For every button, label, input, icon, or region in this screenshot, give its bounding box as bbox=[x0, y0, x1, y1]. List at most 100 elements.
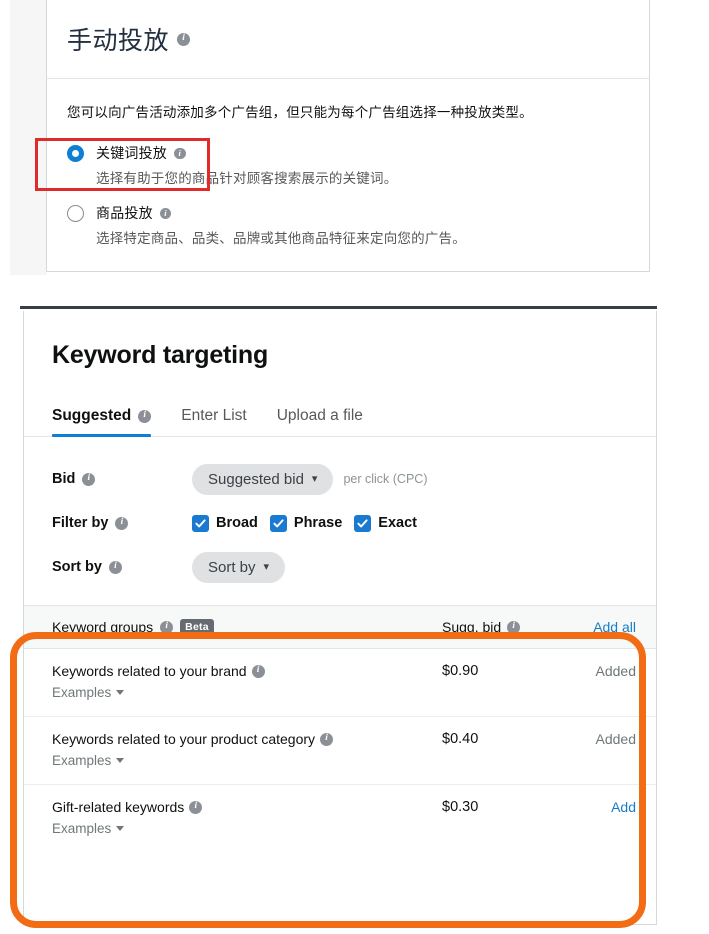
tab-label: Suggested bbox=[52, 407, 132, 424]
info-icon[interactable]: i bbox=[320, 732, 334, 746]
bid-type-dropdown-value: Suggested bid bbox=[208, 470, 304, 488]
row-name-cell: Keywords related to your brand i Example… bbox=[52, 663, 442, 702]
checkbox-checked-icon[interactable] bbox=[354, 514, 372, 532]
examples-label: Examples bbox=[52, 685, 112, 701]
row-title: Gift-related keywords bbox=[52, 799, 185, 816]
column-header-label: Sugg. bid bbox=[442, 619, 502, 636]
info-icon[interactable]: i bbox=[159, 207, 172, 219]
column-header-sugg-bid: Sugg. bid i bbox=[442, 619, 560, 635]
bid-label-group: Bid i bbox=[52, 471, 192, 487]
row-title: Keywords related to your product categor… bbox=[52, 731, 316, 748]
radio-option-label-row: 关键词投放 i bbox=[96, 143, 629, 163]
info-icon[interactable]: i bbox=[82, 472, 96, 486]
column-header-label: Keyword groups bbox=[52, 619, 154, 636]
keyword-targeting-title: Keyword targeting bbox=[52, 341, 269, 369]
row-title-line: Keywords related to your product categor… bbox=[52, 731, 442, 747]
card-bottom-edge bbox=[23, 924, 657, 925]
cpc-note: per click (CPC) bbox=[343, 472, 428, 486]
examples-label: Examples bbox=[52, 753, 112, 769]
info-icon[interactable]: i bbox=[189, 800, 203, 814]
radio-option-keyword-targeting[interactable]: 关键词投放 i 选择有助于您的商品针对顾客搜索展示的关键词。 bbox=[67, 143, 629, 187]
checkbox-checked-icon[interactable] bbox=[192, 514, 209, 532]
sort-by-label: Sort by bbox=[52, 559, 102, 575]
info-icon[interactable]: i bbox=[160, 620, 174, 634]
keyword-targeting-top-border bbox=[20, 306, 657, 309]
info-icon[interactable]: i bbox=[115, 516, 129, 530]
add-all-link[interactable]: Add all bbox=[560, 619, 636, 635]
filter-by-checkbox-group: Broad Phrase Exact bbox=[192, 514, 417, 532]
checkbox-label: Exact bbox=[378, 515, 417, 531]
examples-toggle[interactable]: Examples bbox=[52, 685, 125, 701]
radio-option-label: 关键词投放 bbox=[96, 145, 167, 162]
filter-by-label-group: Filter by i bbox=[52, 515, 192, 531]
radio-option-body: 商品投放 i 选择特定商品、品类、品牌或其他商品特征来定向您的广告。 bbox=[96, 203, 629, 247]
filter-by-row: Filter by i Broad Phrase Exact bbox=[52, 501, 656, 545]
caret-down-icon bbox=[116, 690, 125, 696]
examples-toggle[interactable]: Examples bbox=[52, 821, 125, 837]
info-icon[interactable]: i bbox=[251, 664, 265, 678]
info-icon[interactable]: i bbox=[177, 32, 191, 46]
tab-enter-list[interactable]: Enter List bbox=[181, 407, 246, 436]
radio-option-label-row: 商品投放 i bbox=[96, 203, 629, 223]
sort-by-dropdown[interactable]: Sort by ▾ bbox=[192, 551, 286, 583]
table-row: Keywords related to your product categor… bbox=[24, 717, 656, 786]
page-title: 手动投放 bbox=[67, 27, 170, 55]
info-icon[interactable]: i bbox=[174, 147, 186, 159]
row-bid: $0.40 bbox=[442, 731, 479, 748]
manual-targeting-header: 手动投放 i bbox=[47, 0, 649, 79]
chevron-down-icon: ▾ bbox=[263, 560, 270, 573]
tab-upload-a-file[interactable]: Upload a file bbox=[277, 407, 363, 436]
page-left-gutter bbox=[10, 0, 47, 275]
keyword-groups-table: Keyword groups i Beta Sugg. bid i Add al… bbox=[24, 605, 656, 852]
sort-by-dropdown-value: Sort by bbox=[208, 558, 256, 576]
filter-by-label: Filter by bbox=[52, 515, 109, 531]
keyword-targeting-controls: Bid i Suggested bid ▾ per click (CPC) Fi… bbox=[24, 437, 656, 597]
keyword-targeting-tabs: Suggested i Enter List Upload a file bbox=[24, 390, 656, 437]
row-name-cell: Gift-related keywords i Examples bbox=[52, 799, 442, 838]
screenshot-root: 手动投放 i 您可以向广告活动添加多个广告组，但只能为每个广告组选择一种投放类型… bbox=[0, 0, 709, 934]
keyword-targeting-header: Keyword targeting bbox=[24, 311, 656, 390]
checkbox-phrase[interactable]: Phrase bbox=[269, 514, 343, 532]
radio-button-unselected[interactable] bbox=[67, 205, 84, 223]
keyword-targeting-card: Keyword targeting Suggested i Enter List… bbox=[23, 311, 657, 925]
info-icon[interactable]: i bbox=[507, 620, 521, 634]
manual-targeting-intro: 您可以向广告活动添加多个广告组，但只能为每个广告组选择一种投放类型。 bbox=[67, 105, 533, 120]
info-icon[interactable]: i bbox=[138, 409, 152, 423]
checkbox-label: Phrase bbox=[293, 515, 343, 531]
info-icon[interactable]: i bbox=[108, 560, 122, 574]
chevron-down-icon: ▾ bbox=[311, 472, 318, 485]
radio-option-label: 商品投放 bbox=[96, 205, 153, 222]
examples-label: Examples bbox=[52, 821, 112, 837]
row-bid: $0.90 bbox=[442, 663, 479, 680]
row-bid: $0.30 bbox=[442, 799, 479, 816]
sort-by-row: Sort by i Sort by ▾ bbox=[52, 545, 656, 589]
table-row: Gift-related keywords i Examples $0.30 A… bbox=[24, 785, 656, 852]
bid-type-dropdown[interactable]: Suggested bid ▾ bbox=[192, 463, 334, 495]
examples-toggle[interactable]: Examples bbox=[52, 753, 125, 769]
checkbox-checked-icon[interactable] bbox=[269, 514, 287, 532]
radio-button-selected[interactable] bbox=[67, 145, 84, 163]
checkbox-exact[interactable]: Exact bbox=[354, 514, 417, 532]
radio-option-description: 选择有助于您的商品针对顾客搜索展示的关键词。 bbox=[96, 171, 398, 187]
row-title: Keywords related to your brand bbox=[52, 663, 247, 680]
table-row: Keywords related to your brand i Example… bbox=[24, 649, 656, 718]
tab-label: Enter List bbox=[181, 407, 247, 424]
row-name-cell: Keywords related to your product categor… bbox=[52, 731, 442, 770]
caret-down-icon bbox=[116, 826, 125, 832]
table-header-row: Keyword groups i Beta Sugg. bid i Add al… bbox=[24, 605, 656, 650]
tab-suggested[interactable]: Suggested i bbox=[52, 407, 152, 437]
checkbox-broad[interactable]: Broad bbox=[192, 514, 258, 532]
manual-targeting-body: 您可以向广告活动添加多个广告组，但只能为每个广告组选择一种投放类型。 关键词投放… bbox=[47, 79, 649, 247]
row-title-line: Gift-related keywords i bbox=[52, 799, 442, 815]
row-action-add-link[interactable]: Add bbox=[560, 799, 636, 815]
radio-option-product-targeting[interactable]: 商品投放 i 选择特定商品、品类、品牌或其他商品特征来定向您的广告。 bbox=[67, 203, 629, 247]
bid-row: Bid i Suggested bid ▾ per click (CPC) bbox=[52, 457, 656, 501]
row-action-added: Added bbox=[595, 663, 636, 680]
caret-down-icon bbox=[116, 758, 125, 764]
sort-by-label-group: Sort by i bbox=[52, 559, 192, 575]
manual-targeting-card: 手动投放 i 您可以向广告活动添加多个广告组，但只能为每个广告组选择一种投放类型… bbox=[46, 0, 650, 272]
radio-option-body: 关键词投放 i 选择有助于您的商品针对顾客搜索展示的关键词。 bbox=[96, 143, 629, 187]
radio-option-description: 选择特定商品、品类、品牌或其他商品特征来定向您的广告。 bbox=[96, 231, 466, 247]
tab-label: Upload a file bbox=[276, 407, 363, 424]
checkbox-label: Broad bbox=[216, 515, 258, 531]
